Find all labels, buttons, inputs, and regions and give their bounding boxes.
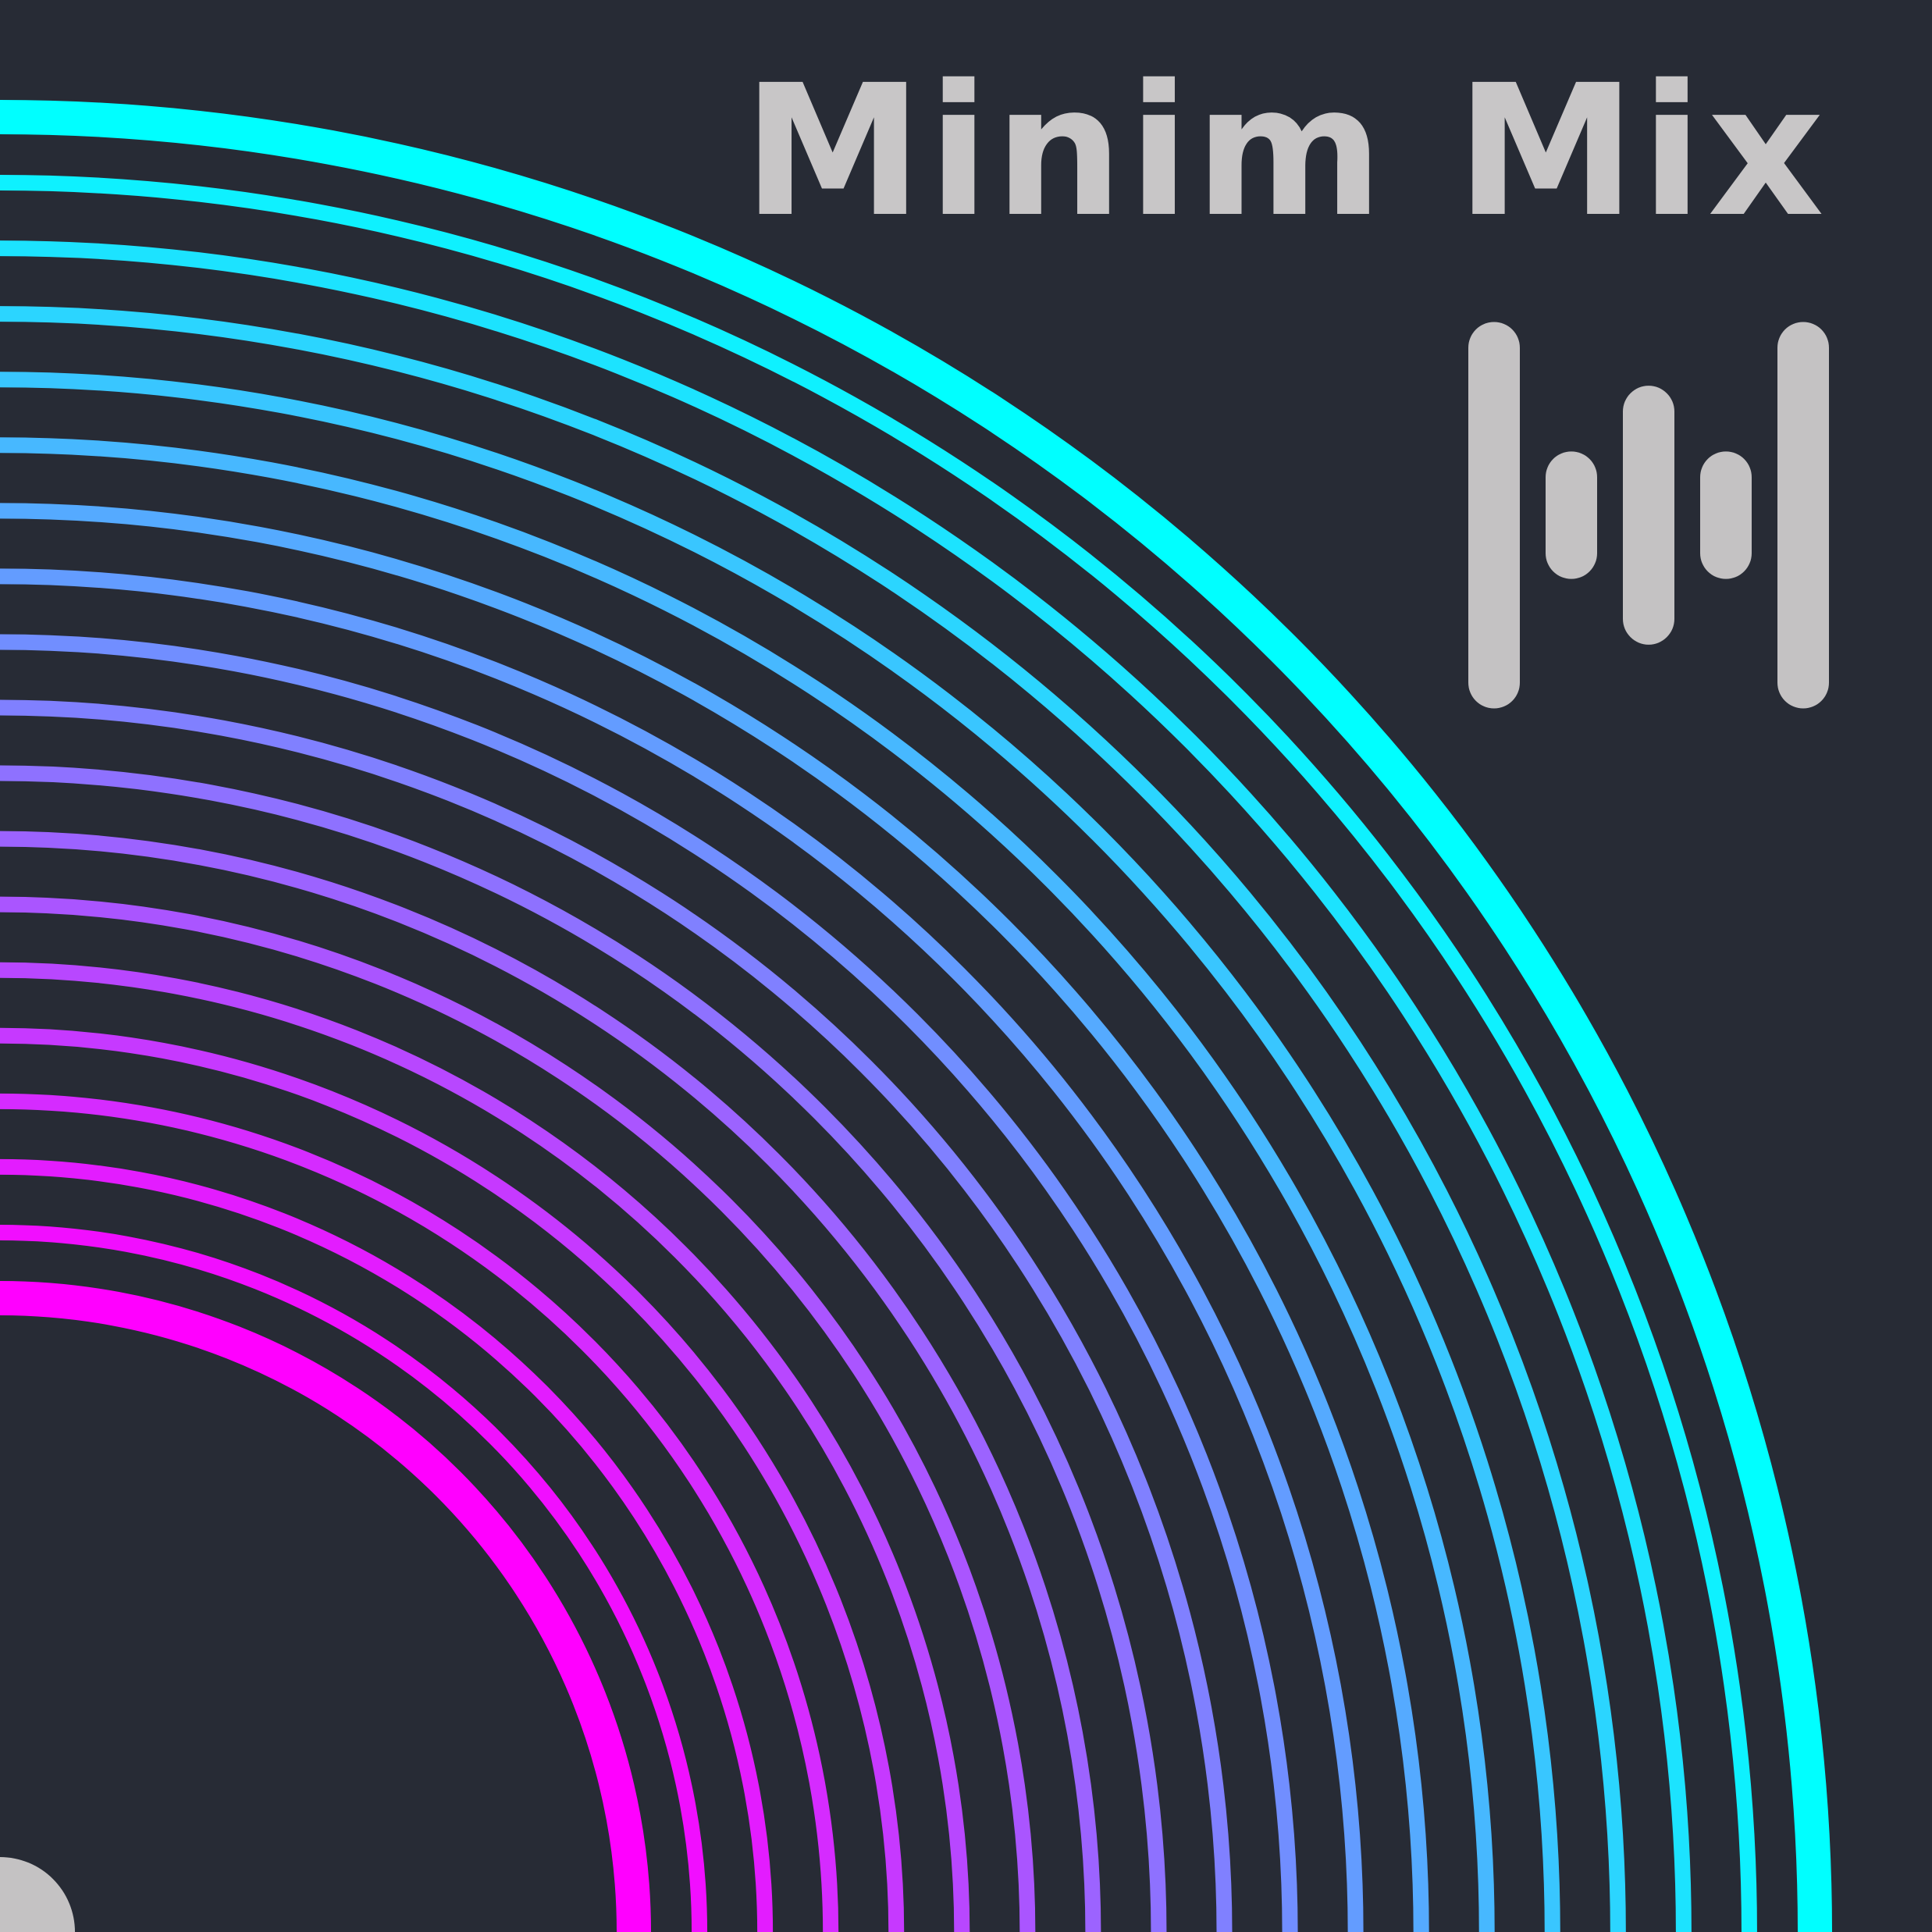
arc-ring-11 — [0, 765, 1167, 1932]
concentric-arcs — [0, 100, 1832, 1932]
equalizer-bar-2 — [1546, 451, 1597, 579]
arc-ring-3 — [0, 240, 1692, 1932]
equalizer-bar-5 — [1777, 322, 1829, 709]
equalizer-bars-icon — [1468, 322, 1829, 709]
album-cover-art — [0, 100, 1832, 1932]
equalizer-bar-3 — [1623, 386, 1674, 645]
equalizer-bar-1 — [1468, 322, 1520, 709]
arc-ring-16 — [0, 1093, 839, 1932]
album-title: Minim Mix — [742, 46, 1829, 257]
center-label-disc — [0, 1857, 75, 1932]
equalizer-bar-4 — [1700, 451, 1752, 579]
arc-ring-4 — [0, 306, 1626, 1932]
arc-ring-18 — [0, 1224, 708, 1932]
arc-ring-17 — [0, 1158, 774, 1932]
arc-ring-12 — [0, 831, 1101, 1932]
arc-ring-13 — [0, 896, 1036, 1932]
